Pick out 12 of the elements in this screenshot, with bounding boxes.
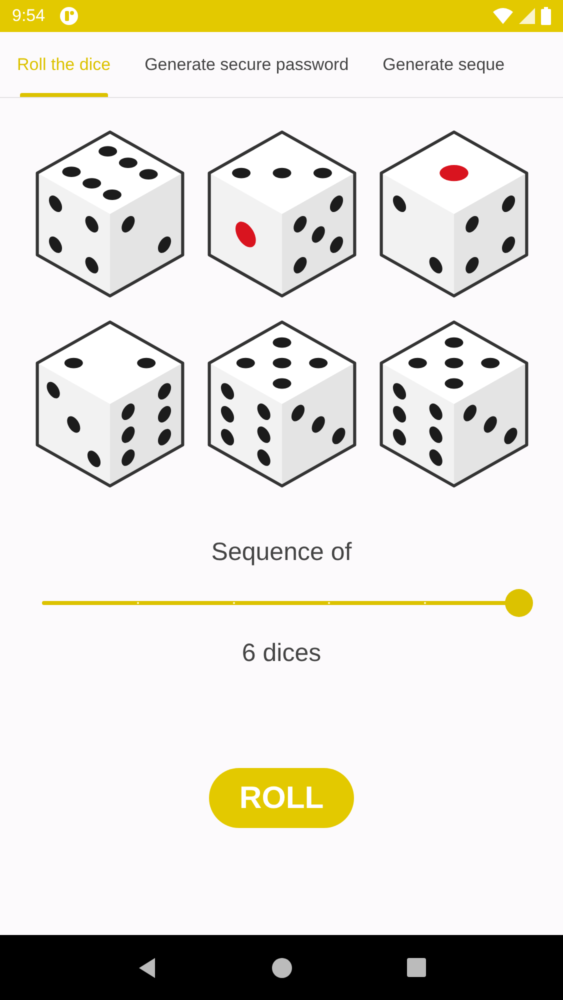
signal-icon: [519, 8, 535, 24]
dice-count: 6 dices: [240, 639, 322, 668]
home-icon[interactable]: [272, 958, 292, 978]
notification-icon: [59, 6, 80, 26]
wifi-icon: [493, 8, 513, 24]
tab[interactable]: Generate seque: [366, 32, 522, 97]
sequence-label: Sequence of: [210, 538, 353, 567]
status-time: 9:54: [12, 6, 46, 26]
recents-icon[interactable]: [406, 958, 426, 977]
back-icon[interactable]: [137, 956, 158, 978]
battery-icon: [541, 7, 551, 25]
tab[interactable]: Generate secure password: [128, 32, 366, 97]
